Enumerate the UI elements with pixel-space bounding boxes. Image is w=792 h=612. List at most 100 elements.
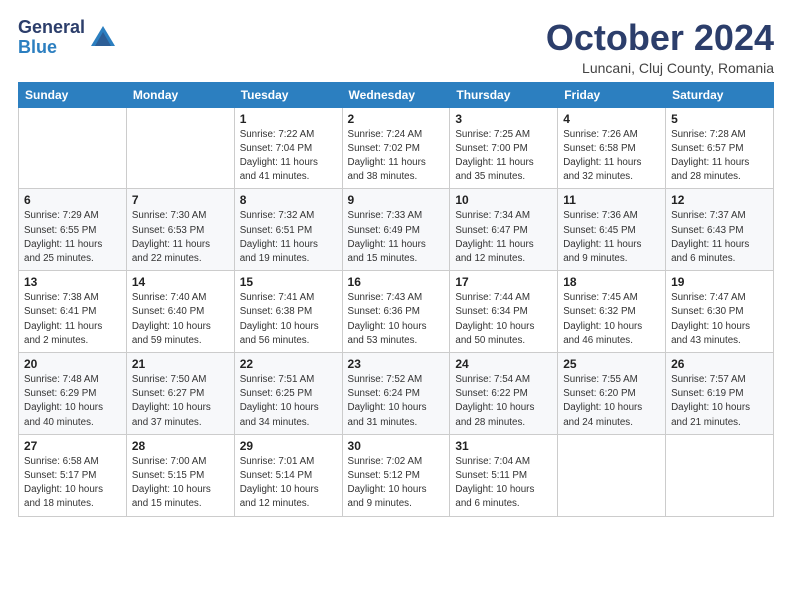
day-number: 13 bbox=[24, 275, 121, 289]
header: General Blue October 2024 Luncani, Cluj … bbox=[18, 18, 774, 76]
day-number: 4 bbox=[563, 112, 660, 126]
day-info: Sunrise: 7:52 AMSunset: 6:24 PMDaylight:… bbox=[348, 373, 445, 430]
day-of-week-header: Friday bbox=[558, 82, 666, 107]
day-info: Sunrise: 7:50 AMSunset: 6:27 PMDaylight:… bbox=[132, 373, 229, 430]
calendar-cell: 1Sunrise: 7:22 AMSunset: 7:04 PMDaylight… bbox=[234, 107, 342, 189]
day-info: Sunrise: 7:37 AMSunset: 6:43 PMDaylight:… bbox=[671, 209, 768, 266]
day-info: Sunrise: 7:01 AMSunset: 5:14 PMDaylight:… bbox=[240, 455, 337, 512]
month-title: October 2024 bbox=[546, 18, 774, 58]
day-number: 1 bbox=[240, 112, 337, 126]
day-number: 7 bbox=[132, 193, 229, 207]
calendar-cell bbox=[666, 434, 774, 516]
calendar-cell: 21 Sunrise: 7:50 AMSunset: 6:27 PMDayligh… bbox=[126, 353, 234, 435]
calendar-cell: 11 Sunrise: 7:36 AMSunset: 6:45 PMDayligh… bbox=[558, 189, 666, 271]
calendar-cell: 4Sunrise: 7:26 AMSunset: 6:58 PMDaylight… bbox=[558, 107, 666, 189]
day-of-week-header: Wednesday bbox=[342, 82, 450, 107]
day-number: 19 bbox=[671, 275, 768, 289]
day-info: Sunrise: 7:36 AMSunset: 6:45 PMDaylight:… bbox=[563, 209, 660, 266]
day-info: Sunrise: 7:34 AMSunset: 6:47 PMDaylight:… bbox=[455, 209, 552, 266]
day-info: Sunrise: 7:44 AMSunset: 6:34 PMDaylight:… bbox=[455, 291, 552, 348]
calendar-cell: 29 Sunrise: 7:01 AMSunset: 5:14 PMDayligh… bbox=[234, 434, 342, 516]
day-number: 24 bbox=[455, 357, 552, 371]
calendar-cell: 7Sunrise: 7:30 AMSunset: 6:53 PMDaylight… bbox=[126, 189, 234, 271]
day-info: Sunrise: 7:43 AMSunset: 6:36 PMDaylight:… bbox=[348, 291, 445, 348]
title-block: October 2024 Luncani, Cluj County, Roman… bbox=[546, 18, 774, 76]
page: General Blue October 2024 Luncani, Cluj … bbox=[0, 0, 792, 612]
calendar-cell: 6Sunrise: 7:29 AMSunset: 6:55 PMDaylight… bbox=[19, 189, 127, 271]
day-info: Sunrise: 7:48 AMSunset: 6:29 PMDaylight:… bbox=[24, 373, 121, 430]
calendar-cell: 15 Sunrise: 7:41 AMSunset: 6:38 PMDayligh… bbox=[234, 271, 342, 353]
day-number: 15 bbox=[240, 275, 337, 289]
day-number: 8 bbox=[240, 193, 337, 207]
day-info: Sunrise: 7:55 AMSunset: 6:20 PMDaylight:… bbox=[563, 373, 660, 430]
calendar-week-row: 27 Sunrise: 6:58 AMSunset: 5:17 PMDayligh… bbox=[19, 434, 774, 516]
day-info: Sunrise: 7:57 AMSunset: 6:19 PMDaylight:… bbox=[671, 373, 768, 430]
day-number: 18 bbox=[563, 275, 660, 289]
day-number: 3 bbox=[455, 112, 552, 126]
calendar-cell: 13 Sunrise: 7:38 AMSunset: 6:41 PMDayligh… bbox=[19, 271, 127, 353]
day-info: Sunrise: 7:54 AMSunset: 6:22 PMDaylight:… bbox=[455, 373, 552, 430]
logo-general: General bbox=[18, 17, 85, 37]
day-info: Sunrise: 7:38 AMSunset: 6:41 PMDaylight:… bbox=[24, 291, 121, 348]
day-info: Sunrise: 6:58 AMSunset: 5:17 PMDaylight:… bbox=[24, 455, 121, 512]
day-info: Sunrise: 7:33 AMSunset: 6:49 PMDaylight:… bbox=[348, 209, 445, 266]
day-info: Sunrise: 7:24 AMSunset: 7:02 PMDaylight:… bbox=[348, 128, 445, 185]
day-info: Sunrise: 7:00 AMSunset: 5:15 PMDaylight:… bbox=[132, 455, 229, 512]
day-number: 23 bbox=[348, 357, 445, 371]
day-of-week-header: Tuesday bbox=[234, 82, 342, 107]
day-number: 11 bbox=[563, 193, 660, 207]
calendar-cell: 23 Sunrise: 7:52 AMSunset: 6:24 PMDayligh… bbox=[342, 353, 450, 435]
day-number: 28 bbox=[132, 439, 229, 453]
day-info: Sunrise: 7:28 AMSunset: 6:57 PMDaylight:… bbox=[671, 128, 768, 185]
day-info: Sunrise: 7:32 AMSunset: 6:51 PMDaylight:… bbox=[240, 209, 337, 266]
day-number: 27 bbox=[24, 439, 121, 453]
day-info: Sunrise: 7:51 AMSunset: 6:25 PMDaylight:… bbox=[240, 373, 337, 430]
calendar: SundayMondayTuesdayWednesdayThursdayFrid… bbox=[18, 82, 774, 517]
day-number: 20 bbox=[24, 357, 121, 371]
day-number: 16 bbox=[348, 275, 445, 289]
day-number: 30 bbox=[348, 439, 445, 453]
calendar-cell: 19 Sunrise: 7:47 AMSunset: 6:30 PMDayligh… bbox=[666, 271, 774, 353]
day-info: Sunrise: 7:29 AMSunset: 6:55 PMDaylight:… bbox=[24, 209, 121, 266]
day-of-week-header: Sunday bbox=[19, 82, 127, 107]
day-number: 29 bbox=[240, 439, 337, 453]
day-number: 2 bbox=[348, 112, 445, 126]
day-number: 12 bbox=[671, 193, 768, 207]
day-number: 10 bbox=[455, 193, 552, 207]
day-of-week-header: Thursday bbox=[450, 82, 558, 107]
day-info: Sunrise: 7:04 AMSunset: 5:11 PMDaylight:… bbox=[455, 455, 552, 512]
location: Luncani, Cluj County, Romania bbox=[546, 60, 774, 76]
calendar-cell: 2 Sunrise: 7:24 AMSunset: 7:02 PMDaylight… bbox=[342, 107, 450, 189]
calendar-cell: 26Sunrise: 7:57 AMSunset: 6:19 PMDayligh… bbox=[666, 353, 774, 435]
calendar-cell bbox=[126, 107, 234, 189]
day-info: Sunrise: 7:41 AMSunset: 6:38 PMDaylight:… bbox=[240, 291, 337, 348]
day-info: Sunrise: 7:45 AMSunset: 6:32 PMDaylight:… bbox=[563, 291, 660, 348]
logo-icon bbox=[89, 24, 117, 52]
calendar-cell bbox=[558, 434, 666, 516]
calendar-cell: 25 Sunrise: 7:55 AMSunset: 6:20 PMDayligh… bbox=[558, 353, 666, 435]
logo-blue: Blue bbox=[18, 37, 57, 57]
calendar-week-row: 6Sunrise: 7:29 AMSunset: 6:55 PMDaylight… bbox=[19, 189, 774, 271]
calendar-week-row: 20 Sunrise: 7:48 AMSunset: 6:29 PMDayligh… bbox=[19, 353, 774, 435]
day-info: Sunrise: 7:47 AMSunset: 6:30 PMDaylight:… bbox=[671, 291, 768, 348]
logo: General Blue bbox=[18, 18, 117, 58]
calendar-cell: 22Sunrise: 7:51 AMSunset: 6:25 PMDayligh… bbox=[234, 353, 342, 435]
calendar-cell: 27 Sunrise: 6:58 AMSunset: 5:17 PMDayligh… bbox=[19, 434, 127, 516]
calendar-cell: 28 Sunrise: 7:00 AMSunset: 5:15 PMDayligh… bbox=[126, 434, 234, 516]
day-number: 31 bbox=[455, 439, 552, 453]
calendar-cell: 12 Sunrise: 7:37 AMSunset: 6:43 PMDayligh… bbox=[666, 189, 774, 271]
calendar-cell: 10 Sunrise: 7:34 AMSunset: 6:47 PMDayligh… bbox=[450, 189, 558, 271]
calendar-week-row: 1Sunrise: 7:22 AMSunset: 7:04 PMDaylight… bbox=[19, 107, 774, 189]
calendar-cell: 8 Sunrise: 7:32 AMSunset: 6:51 PMDaylight… bbox=[234, 189, 342, 271]
day-of-week-header: Monday bbox=[126, 82, 234, 107]
day-number: 21 bbox=[132, 357, 229, 371]
calendar-header-row: SundayMondayTuesdayWednesdayThursdayFrid… bbox=[19, 82, 774, 107]
calendar-cell: 20 Sunrise: 7:48 AMSunset: 6:29 PMDayligh… bbox=[19, 353, 127, 435]
day-number: 25 bbox=[563, 357, 660, 371]
calendar-cell: 30Sunrise: 7:02 AMSunset: 5:12 PMDayligh… bbox=[342, 434, 450, 516]
day-info: Sunrise: 7:25 AMSunset: 7:00 PMDaylight:… bbox=[455, 128, 552, 185]
calendar-cell: 31 Sunrise: 7:04 AMSunset: 5:11 PMDayligh… bbox=[450, 434, 558, 516]
calendar-cell: 17Sunrise: 7:44 AMSunset: 6:34 PMDayligh… bbox=[450, 271, 558, 353]
calendar-cell: 14Sunrise: 7:40 AMSunset: 6:40 PMDayligh… bbox=[126, 271, 234, 353]
day-number: 5 bbox=[671, 112, 768, 126]
